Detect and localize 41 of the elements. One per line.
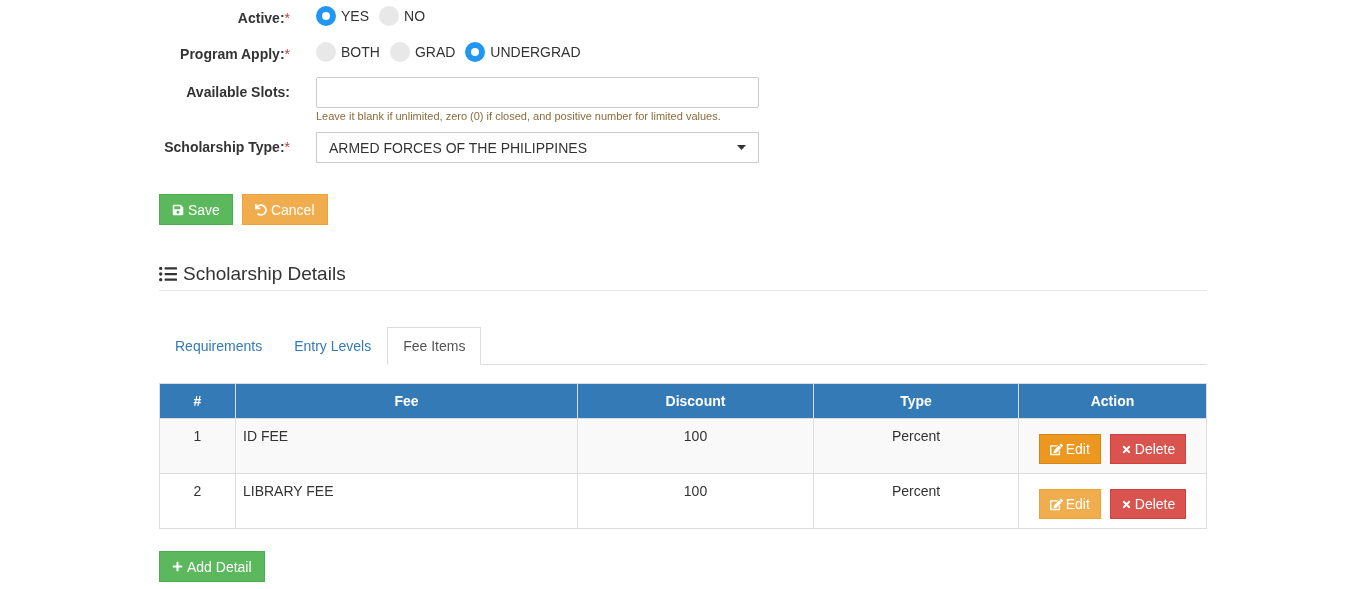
help-text: Leave it blank if unlimited, zero (0) if closed, and positive number for limited values. bbox=[316, 110, 722, 122]
radio-option[interactable]: GRAD bbox=[389, 42, 456, 62]
radio-option[interactable]: UNDERGRAD bbox=[465, 42, 581, 62]
field-label: Scholarship Type:* bbox=[163, 138, 291, 155]
field-label: Active:* bbox=[236, 9, 291, 26]
radio-button[interactable] bbox=[465, 42, 486, 62]
column-header: # bbox=[159, 383, 236, 419]
delete-button[interactable]: Delete bbox=[1109, 489, 1187, 519]
table-cell: Percent bbox=[891, 428, 941, 444]
field-label: Available Slots: bbox=[185, 83, 291, 100]
column-header: Discount bbox=[577, 383, 814, 419]
save-button[interactable]: Save bbox=[159, 194, 233, 225]
table-cell: 100 bbox=[683, 428, 708, 444]
field-label: Program Apply:* bbox=[179, 45, 291, 62]
table-cell: Percent bbox=[891, 483, 941, 499]
undo-icon bbox=[254, 203, 267, 216]
close-icon bbox=[1120, 498, 1132, 510]
input-field[interactable] bbox=[316, 77, 759, 108]
delete-button[interactable]: Delete bbox=[1109, 434, 1187, 464]
edit-icon bbox=[1049, 442, 1063, 456]
tab[interactable]: Fee Items bbox=[387, 327, 482, 365]
table-cell: LIBRARY FEE bbox=[243, 483, 334, 499]
table-cell: 2 bbox=[193, 483, 202, 499]
caret-icon bbox=[737, 145, 746, 150]
section-title: Scholarship Details bbox=[183, 263, 346, 285]
column-header: Fee bbox=[235, 383, 578, 419]
table-cell: 1 bbox=[193, 428, 202, 444]
plus-icon bbox=[172, 561, 183, 572]
radio-option[interactable]: BOTH bbox=[316, 42, 380, 62]
add-detail-button[interactable]: Add Detail bbox=[159, 551, 265, 582]
close-icon bbox=[1120, 443, 1132, 455]
table-cell: 100 bbox=[683, 483, 708, 499]
radio-option[interactable]: YES bbox=[316, 6, 369, 26]
edit-icon bbox=[1049, 497, 1063, 511]
column-header: Action bbox=[1018, 383, 1207, 419]
radio-option[interactable]: NO bbox=[379, 6, 425, 26]
radio-button[interactable] bbox=[316, 6, 336, 26]
column-header: Type bbox=[813, 383, 1019, 419]
table-cell: ID FEE bbox=[243, 428, 289, 444]
list-icon bbox=[159, 265, 177, 283]
select-field[interactable]: ARMED FORCES OF THE PHILIPPINES bbox=[316, 132, 759, 163]
